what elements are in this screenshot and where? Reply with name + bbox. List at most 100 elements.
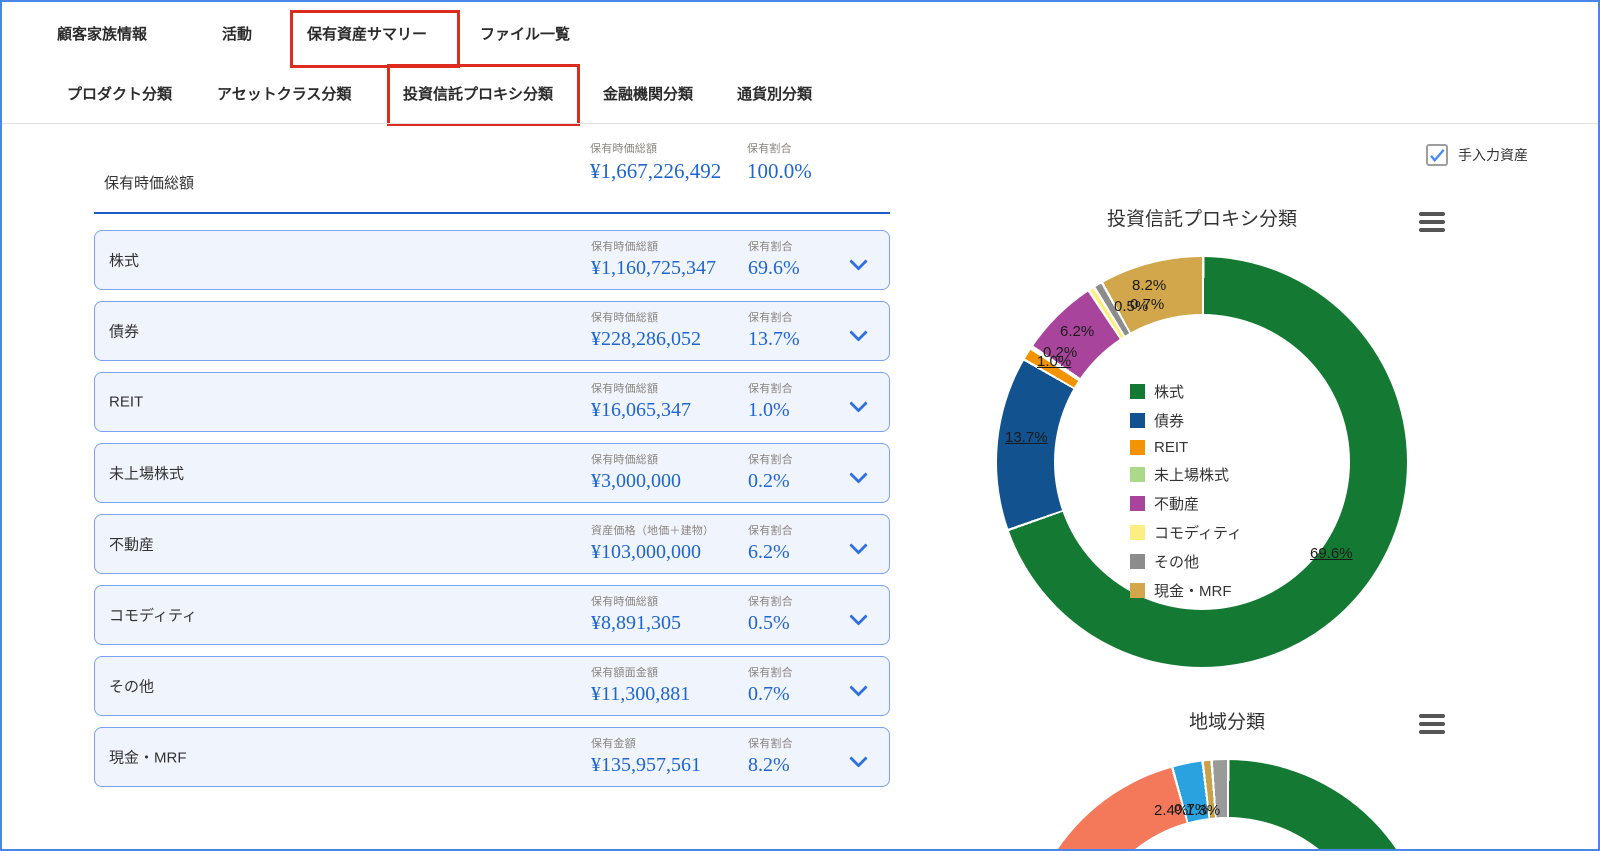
ratio-value: 8.2% xyxy=(748,754,790,776)
expand-row-button[interactable] xyxy=(847,746,869,768)
legend-item-commodity[interactable]: コモディティ xyxy=(1130,522,1242,543)
amount-value: ¥8,891,305 xyxy=(591,612,681,634)
asset-name: 未上場株式 xyxy=(109,465,185,483)
amount-label: 保有時価総額 xyxy=(591,596,659,608)
chevron-down-icon xyxy=(848,606,868,626)
chevron-down-icon xyxy=(848,251,868,271)
donut-percent-label: 69.6% xyxy=(1310,545,1353,562)
checkbox-label: 手入力資産 xyxy=(1458,147,1528,163)
asset-name: 債券 xyxy=(109,323,140,341)
fund-proxy-donut-chart[interactable]: 株式 債券 REIT 未上場株式 不動産 コモディティ その他 現金・MRF 8… xyxy=(997,257,1407,667)
ratio-value: 13.7% xyxy=(748,328,800,350)
ratio-value: 0.2% xyxy=(748,470,790,492)
legend-swatch xyxy=(1130,440,1145,455)
chart1-title: 投資信託プロキシ分類 xyxy=(1106,209,1297,230)
amount-label: 保有時価総額 xyxy=(591,312,659,324)
asset-row-cash-mrf[interactable]: 現金・MRF 保有金額 ¥135,957,561 保有割合 8.2% xyxy=(94,727,890,787)
amount-value: ¥3,000,000 xyxy=(591,470,681,492)
asset-row-reit[interactable]: REIT 保有時価総額 ¥16,065,347 保有割合 1.0% xyxy=(94,372,890,432)
expand-row-button[interactable] xyxy=(847,533,869,555)
legend-swatch xyxy=(1130,525,1145,540)
chart1-menu-button[interactable] xyxy=(1419,212,1445,232)
total-amount-group: 保有時価総額 ¥1,667,226,492 xyxy=(590,140,721,184)
asset-row-unlisted-stocks[interactable]: 未上場株式 保有時価総額 ¥3,000,000 保有割合 0.2% xyxy=(94,443,890,503)
chart2-title: 地域分類 xyxy=(1188,712,1265,733)
asset-row-stocks[interactable]: 株式 保有時価総額 ¥1,160,725,347 保有割合 69.6% xyxy=(94,230,890,290)
total-holdings-title: 保有時価総額 xyxy=(104,175,195,192)
chevron-down-icon xyxy=(848,322,868,342)
chevron-down-icon xyxy=(848,677,868,697)
legend-swatch xyxy=(1130,496,1145,511)
region-donut-chart[interactable]: 2.4% 0.7% 1.3% xyxy=(1022,760,1432,849)
tab-product-classification[interactable]: プロダクト分類 xyxy=(67,85,172,105)
total-ratio-value: 100.0% xyxy=(747,159,812,183)
legend-item-real-estate[interactable]: 不動産 xyxy=(1130,493,1242,514)
legend-item-stocks[interactable]: 株式 xyxy=(1130,381,1242,402)
asset-row-commodity[interactable]: コモディティ 保有時価総額 ¥8,891,305 保有割合 0.5% xyxy=(94,585,890,645)
legend-swatch xyxy=(1130,384,1145,399)
ratio-value: 6.2% xyxy=(748,541,790,563)
ratio-label: 保有割合 xyxy=(748,738,793,750)
tab-activity[interactable]: 活動 xyxy=(222,25,252,45)
ratio-label: 保有割合 xyxy=(748,525,793,537)
legend-item-unlisted-stocks[interactable]: 未上場株式 xyxy=(1130,464,1242,485)
donut-percent-label: 6.2% xyxy=(1060,323,1095,340)
summary-underline xyxy=(94,212,890,214)
tab-financial-institution-classification[interactable]: 金融機関分類 xyxy=(603,85,693,105)
ratio-label: 保有割合 xyxy=(748,667,793,679)
expand-row-button[interactable] xyxy=(847,249,869,271)
amount-value: ¥1,160,725,347 xyxy=(591,257,716,279)
checkmark-icon xyxy=(1430,148,1445,163)
chevron-down-icon xyxy=(848,464,868,484)
ratio-value: 69.6% xyxy=(748,257,800,279)
tabs-divider xyxy=(2,123,1598,124)
expand-row-button[interactable] xyxy=(847,675,869,697)
annotation-highlight-fund-proxy-tab xyxy=(387,64,580,126)
manual-input-asset-checkbox[interactable]: 手入力資産 xyxy=(1426,144,1528,166)
donut-percent-label: 1.3% xyxy=(1186,802,1221,819)
ratio-label: 保有割合 xyxy=(748,241,793,253)
amount-value: ¥16,065,347 xyxy=(591,399,691,421)
legend-label: 未上場株式 xyxy=(1154,467,1230,484)
annotation-highlight-summary-tab xyxy=(290,10,460,68)
legend-swatch xyxy=(1130,583,1145,598)
tab-customer-family-info[interactable]: 顧客家族情報 xyxy=(57,25,147,45)
legend-swatch xyxy=(1130,554,1145,569)
tab-asset-class-classification[interactable]: アセットクラス分類 xyxy=(217,85,351,105)
legend-label: 現金・MRF xyxy=(1154,583,1232,600)
legend-item-other[interactable]: その他 xyxy=(1130,551,1242,572)
asset-name: 現金・MRF xyxy=(109,749,187,767)
expand-row-button[interactable] xyxy=(847,604,869,626)
tab-file-list[interactable]: ファイル一覧 xyxy=(480,25,570,45)
expand-row-button[interactable] xyxy=(847,320,869,342)
ratio-label: 保有割合 xyxy=(748,454,793,466)
hamburger-icon xyxy=(1419,212,1445,216)
amount-value: ¥11,300,881 xyxy=(591,683,691,705)
chart2-menu-button[interactable] xyxy=(1419,714,1445,734)
ratio-value: 0.5% xyxy=(748,612,790,634)
donut-percent-label: 8.2% xyxy=(1132,277,1167,294)
amount-label: 保有時価総額 xyxy=(591,454,659,466)
checkbox-box[interactable] xyxy=(1426,144,1448,166)
total-amount-value: ¥1,667,226,492 xyxy=(590,159,722,183)
legend-label: 株式 xyxy=(1154,384,1185,401)
legend-item-cash-mrf[interactable]: 現金・MRF xyxy=(1130,580,1242,601)
amount-label: 保有時価総額 xyxy=(591,241,659,253)
legend-item-reit[interactable]: REIT xyxy=(1130,439,1242,456)
legend-item-bonds[interactable]: 債券 xyxy=(1130,410,1242,431)
hamburger-icon xyxy=(1419,714,1445,718)
tab-currency-classification[interactable]: 通貨別分類 xyxy=(737,85,812,105)
total-ratio-group: 保有割合 100.0% xyxy=(747,140,812,184)
chevron-down-icon xyxy=(848,748,868,768)
legend-label: コモディティ xyxy=(1154,525,1243,542)
asset-name: 株式 xyxy=(109,252,140,270)
ratio-value: 1.0% xyxy=(748,399,790,421)
asset-row-bonds[interactable]: 債券 保有時価総額 ¥228,286,052 保有割合 13.7% xyxy=(94,301,890,361)
expand-row-button[interactable] xyxy=(847,462,869,484)
amount-value: ¥103,000,000 xyxy=(591,541,701,563)
chart1-legend: 株式 債券 REIT 未上場株式 不動産 コモディティ その他 現金・MRF xyxy=(1130,381,1242,601)
total-ratio-label: 保有割合 xyxy=(747,143,792,155)
asset-row-other[interactable]: その他 保有額面金額 ¥11,300,881 保有割合 0.7% xyxy=(94,656,890,716)
expand-row-button[interactable] xyxy=(847,391,869,413)
asset-row-real-estate[interactable]: 不動産 資産価格（地価＋建物） ¥103,000,000 保有割合 6.2% xyxy=(94,514,890,574)
